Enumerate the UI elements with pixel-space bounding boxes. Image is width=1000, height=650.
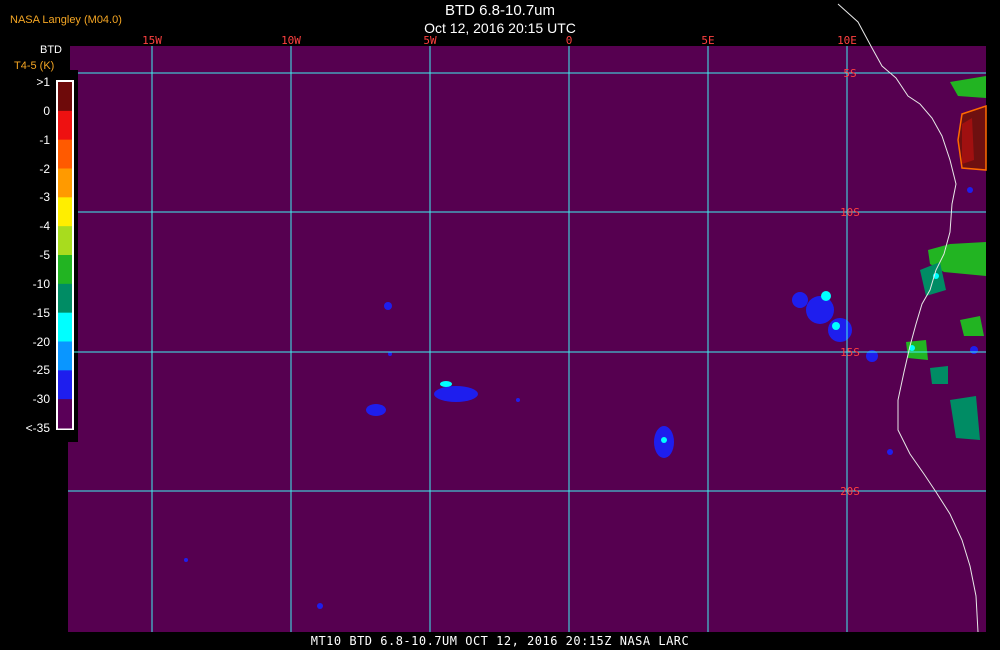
legend-unit: T4-5 (K) bbox=[14, 60, 55, 72]
colorbar-label: -1 bbox=[39, 132, 50, 147]
colorbar-label: >1 bbox=[36, 75, 50, 89]
colorbar-label: -30 bbox=[32, 392, 50, 407]
cloud-core-b bbox=[832, 322, 840, 330]
cloud-speck-5 bbox=[317, 603, 323, 609]
colorbar-swatch bbox=[58, 139, 72, 169]
cloud-core-f bbox=[661, 437, 667, 443]
colorbar-label: <-35 bbox=[25, 421, 50, 435]
cloud-cluster-c bbox=[792, 292, 808, 308]
cloud-speck-1 bbox=[384, 302, 392, 310]
colorbar-swatch bbox=[58, 82, 72, 112]
colorbar-label: -15 bbox=[32, 305, 50, 320]
footer-caption: MT10 BTD 6.8-10.7UM OCT 12, 2016 20:15Z … bbox=[310, 634, 690, 648]
cloud-cluster-g bbox=[366, 404, 386, 416]
cloud-core-e bbox=[440, 381, 452, 387]
colorbar-label: -20 bbox=[32, 334, 50, 349]
product-title: BTD 6.8-10.7um bbox=[444, 2, 556, 19]
cloud-cluster-b bbox=[828, 318, 852, 342]
colorbar-swatch bbox=[58, 399, 72, 429]
colorbar-label: -10 bbox=[32, 276, 50, 291]
cloud-speck-4 bbox=[184, 558, 188, 562]
land-warm-edge bbox=[962, 118, 974, 164]
lat-label-15s: 15S bbox=[840, 346, 860, 359]
cloud-speck-6 bbox=[887, 449, 893, 455]
lat-label-10s: 10S bbox=[840, 206, 860, 219]
cloud-core-a bbox=[821, 291, 831, 301]
colorbar-label: -2 bbox=[39, 161, 50, 176]
satellite-map[interactable]: 15W 10W 5W 0 5E 10E 5S 10S 15S 20S bbox=[0, 0, 1000, 650]
cloud-speck-3 bbox=[516, 398, 520, 402]
lat-label-5s: 5S bbox=[843, 67, 856, 80]
colorbar-label: -5 bbox=[39, 248, 50, 262]
green-patch-south2 bbox=[930, 366, 948, 384]
colorbar-swatch bbox=[58, 110, 72, 141]
cloud-cluster-e bbox=[434, 386, 478, 402]
cloud-speck-2 bbox=[388, 352, 392, 356]
cloud-speck-8 bbox=[967, 187, 973, 193]
lat-label-20s: 20S bbox=[840, 485, 860, 498]
colorbar-label: -25 bbox=[32, 363, 50, 378]
colorbar-swatch bbox=[58, 283, 72, 314]
timestamp: Oct 12, 2016 20:15 UTC bbox=[424, 20, 576, 36]
cloud-cluster-a bbox=[806, 296, 834, 324]
legend-title: BTD bbox=[40, 44, 62, 56]
colorbar-swatch bbox=[58, 255, 72, 285]
colorbar-label: -3 bbox=[39, 190, 50, 205]
colorbar-label: -4 bbox=[39, 219, 50, 234]
colorbar bbox=[56, 80, 74, 430]
colorbar-swatch bbox=[58, 370, 72, 400]
colorbar-swatch bbox=[58, 226, 72, 256]
colorbar-label: 0 bbox=[43, 103, 50, 118]
colorbar-swatch bbox=[58, 341, 72, 371]
map-background bbox=[68, 46, 986, 632]
colorbar-swatch bbox=[58, 197, 72, 227]
colorbar-swatch bbox=[58, 312, 72, 342]
colorbar-swatch bbox=[58, 168, 72, 198]
cloud-speck-7 bbox=[970, 346, 978, 354]
